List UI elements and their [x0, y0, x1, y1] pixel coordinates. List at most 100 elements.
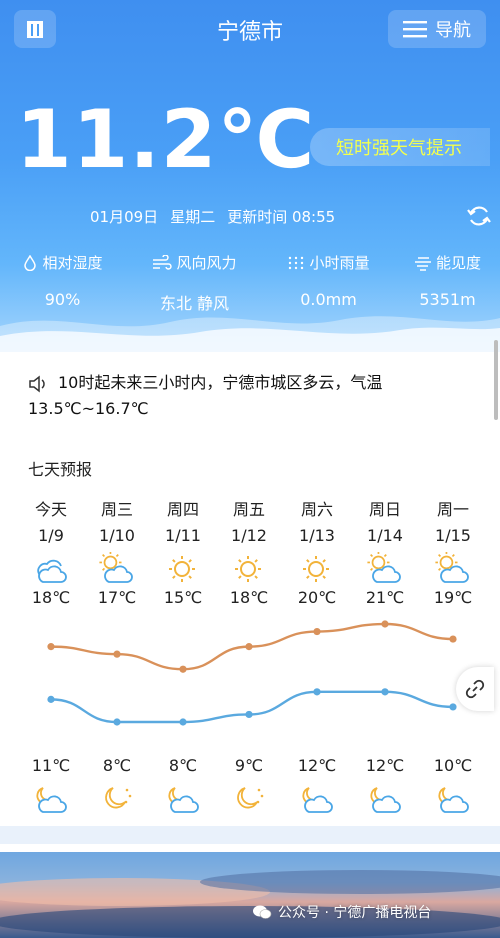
high-temp-point-6: [449, 635, 457, 643]
forecast-date: 1/13: [299, 526, 335, 545]
current-date: 01月09日: [90, 208, 159, 226]
high-temp-point-5: [381, 620, 389, 628]
forecast-date: 1/9: [38, 526, 64, 545]
navigation-button[interactable]: 导航: [388, 10, 486, 48]
high-temp-point-2: [179, 665, 187, 673]
stat-label: 风向风力: [176, 254, 237, 272]
forecast-high-temp: 20℃: [297, 588, 337, 607]
share-link-button[interactable]: [456, 667, 494, 711]
forecast-low-temp: 12℃: [297, 756, 337, 775]
forecast-day-label: 周五: [232, 500, 265, 519]
forecast-date: 1/10: [99, 526, 135, 545]
high-temp-point-4: [313, 627, 321, 636]
forecast-high-temp: 19℃: [433, 588, 473, 607]
sunny-icon: [214, 552, 284, 590]
forecast-day-label: 今天: [34, 500, 67, 519]
low-temp-point-1: [113, 718, 121, 726]
sunny-icon: [148, 552, 218, 590]
forecast-day-label: 周一: [436, 500, 469, 519]
forecast-high-temp: 18℃: [229, 588, 269, 607]
visibility-icon: [414, 256, 431, 271]
wechat-icon: [253, 905, 272, 919]
water-drop-icon: [24, 254, 37, 271]
nowcast-notice: 10时起未来三小时内，宁德市城区多云，气温13.5℃~16.7℃: [28, 370, 468, 422]
low-temp-point-5: [381, 688, 389, 696]
moon-cloud-icon: [16, 782, 86, 820]
moon-cloud-icon: [418, 782, 488, 820]
forecast-day-label: 周六: [300, 500, 333, 519]
watermark-text: 公众号 · 宁德广播电视台: [278, 905, 432, 921]
stat-wind: 风向风力 东北 静风: [132, 252, 257, 314]
forecast-high-temp: 18℃: [31, 588, 71, 607]
stat-humidity: 相对湿度 90%: [0, 252, 125, 309]
forecast-date: 1/14: [367, 526, 403, 545]
cloud-photo-art: [0, 870, 500, 938]
menu-icon: [403, 21, 427, 38]
sun-cloud-icon: [82, 551, 152, 590]
refresh-icon[interactable]: [466, 203, 492, 229]
forecast-day-label: 周四: [166, 500, 199, 519]
date-line: 01月09日 星期二 更新时间 08:55: [90, 206, 335, 227]
stat-value: 0.0mm: [300, 290, 357, 309]
stat-label: 小时雨量: [309, 254, 370, 272]
building-icon: [27, 21, 43, 38]
stat-label: 能见度: [435, 254, 481, 272]
forecast-low-temp: 8℃: [102, 756, 132, 775]
wechat-watermark: 公众号 · 宁德广播电视台: [252, 902, 431, 922]
notice-text: 10时起未来三小时内，宁德市城区多云，气温13.5℃~16.7℃: [28, 373, 383, 418]
section-divider: [0, 826, 500, 844]
temperature-chart: [47, 620, 457, 726]
current-temperature: 11.2℃: [16, 93, 316, 186]
forecast-day-label: 周日: [368, 500, 401, 519]
high-temp-point-1: [113, 650, 121, 658]
stat-value: 东北 静风: [159, 294, 230, 313]
forecast-high-temp: 21℃: [365, 588, 405, 607]
stat-value: 90%: [44, 290, 81, 309]
low-temp-line: [50, 690, 454, 724]
high-temp-point-3: [245, 643, 253, 651]
update-time: 更新时间 08:55: [227, 208, 336, 226]
forecast-low-temp: 9℃: [234, 756, 264, 775]
moon-cloud-icon: [350, 782, 420, 820]
partly-cloudy-icon: [16, 552, 86, 590]
scrollbar[interactable]: [494, 340, 498, 420]
forecast-date: 1/15: [435, 526, 471, 545]
stat-label: 相对湿度: [42, 254, 103, 272]
forecast-low-temp: 11℃: [31, 756, 71, 775]
forecast-day-label: 周三: [100, 500, 133, 519]
city-title: 宁德市: [216, 20, 283, 45]
forecast-low-temp: 12℃: [365, 756, 405, 775]
speaker-icon[interactable]: [28, 374, 50, 394]
link-icon: [465, 679, 485, 699]
forecast-low-temp: 8℃: [168, 756, 198, 775]
stat-visibility: 能见度 5351m: [385, 252, 500, 309]
low-temp-point-2: [179, 718, 187, 726]
sun-cloud-icon: [418, 551, 488, 590]
city-list-button[interactable]: [14, 10, 56, 48]
moon-stars-icon: [214, 782, 284, 820]
low-temp-point-4: [313, 688, 321, 696]
forecast-date: 1/12: [231, 526, 267, 545]
severe-weather-alert-button[interactable]: 短时强天气提示: [310, 128, 490, 166]
stat-rainfall: 小时雨量 0.0mm: [266, 252, 391, 309]
sun-cloud-icon: [350, 551, 420, 590]
navigation-label: 导航: [435, 20, 471, 41]
moon-cloud-icon: [148, 782, 218, 820]
low-temp-point-3: [245, 710, 253, 719]
low-temp-point-0: [47, 695, 55, 703]
rain-icon: [289, 256, 304, 269]
moon-cloud-icon: [282, 782, 352, 820]
forecast-title: 七天预报: [28, 460, 93, 479]
forecast-date: 1/11: [165, 526, 201, 545]
high-temp-point-0: [47, 643, 55, 651]
wind-icon: [153, 254, 173, 270]
low-temp-point-6: [449, 703, 457, 711]
forecast-high-temp: 17℃: [97, 588, 137, 607]
forecast-low-temp: 10℃: [433, 756, 473, 775]
moon-stars-icon: [82, 782, 152, 820]
sunny-icon: [282, 552, 352, 590]
sky-photo: [0, 852, 500, 938]
current-weekday: 星期二: [170, 208, 216, 226]
forecast-high-temp: 15℃: [163, 588, 203, 607]
stat-value: 5351m: [419, 290, 476, 309]
